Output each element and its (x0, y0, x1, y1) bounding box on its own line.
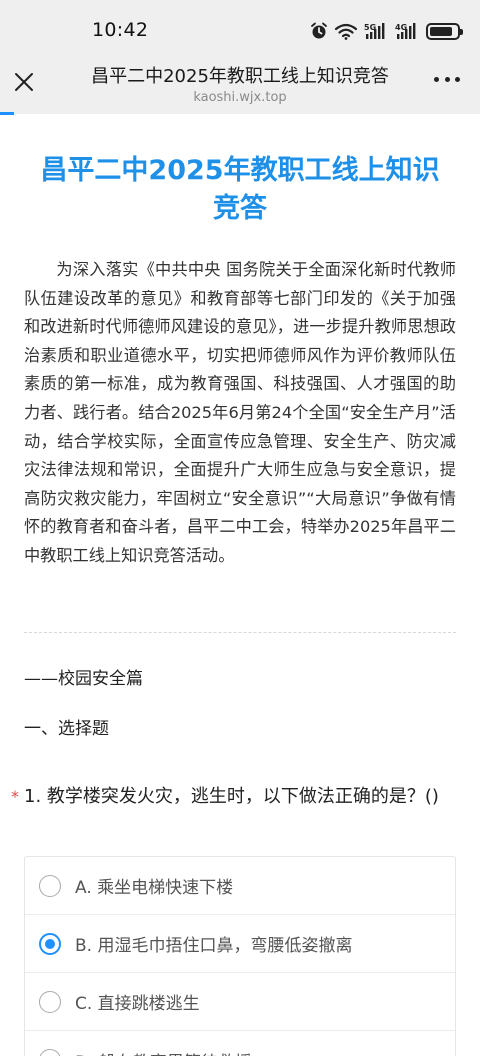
page-title: 昌平二中2025年教职工线上知识竞答 (91, 66, 389, 87)
page-url: kaoshi.wjx.top (193, 90, 287, 105)
option-list: A. 乘坐电梯快速下楼 B. 用湿毛巾捂住口鼻，弯腰低姿撤离 C. 直接跳楼逃生… (24, 856, 456, 1056)
load-progress-bar (0, 112, 14, 115)
option-d[interactable]: D. 躲在教室里等待救援 (25, 1031, 455, 1056)
option-label: D. 躲在教室里等待救援 (75, 1048, 252, 1056)
radio-unchecked-icon[interactable] (39, 990, 61, 1013)
close-icon[interactable] (10, 68, 38, 96)
battery-icon (426, 22, 463, 40)
divider (24, 632, 456, 633)
signal-5g-icon: 5G (364, 23, 385, 39)
option-c[interactable]: C. 直接跳楼逃生 (25, 973, 455, 1031)
option-b[interactable]: B. 用湿毛巾捂住口鼻，弯腰低姿撤离 (25, 915, 455, 973)
dot-icon (444, 76, 450, 82)
more-options-icon[interactable] (434, 74, 460, 84)
status-time: 10:42 (92, 19, 149, 41)
dot-icon (434, 76, 439, 82)
survey-title: 昌平二中2025年教职工线上知识竞答 (40, 155, 440, 224)
required-mark: * (11, 787, 19, 806)
wifi-icon (335, 23, 357, 40)
radio-checked-icon[interactable] (39, 932, 61, 955)
radio-unchecked-icon[interactable] (39, 874, 61, 897)
option-label: A. 乘坐电梯快速下楼 (75, 878, 234, 898)
dot-icon (455, 76, 460, 82)
subsection-title: 一、选择题 (24, 719, 109, 739)
option-label: B. 用湿毛巾捂住口鼻，弯腰低姿撤离 (75, 936, 353, 956)
option-label: C. 直接跳楼逃生 (75, 994, 200, 1014)
browser-header: 昌平二中2025年教职工线上知识竞答 kaoshi.wjx.top (0, 60, 480, 114)
survey-intro: 为深入落实《中共中央 国务院关于全面深化新时代教师队伍建设改革的意见》和教育部等… (24, 260, 456, 565)
alarm-icon (311, 22, 327, 39)
option-a[interactable]: A. 乘坐电梯快速下楼 (25, 857, 455, 915)
radio-unchecked-icon[interactable] (39, 1049, 61, 1056)
signal-4g-icon: 4G (395, 23, 416, 39)
status-icons: 5G 4G (310, 20, 463, 42)
question-text: 1. 教学楼突发火灾，逃生时，以下做法正确的是？() (24, 786, 439, 807)
section-title: ——校园安全篇 (24, 669, 143, 689)
status-bar: 10:42 5G 4G (0, 0, 480, 60)
